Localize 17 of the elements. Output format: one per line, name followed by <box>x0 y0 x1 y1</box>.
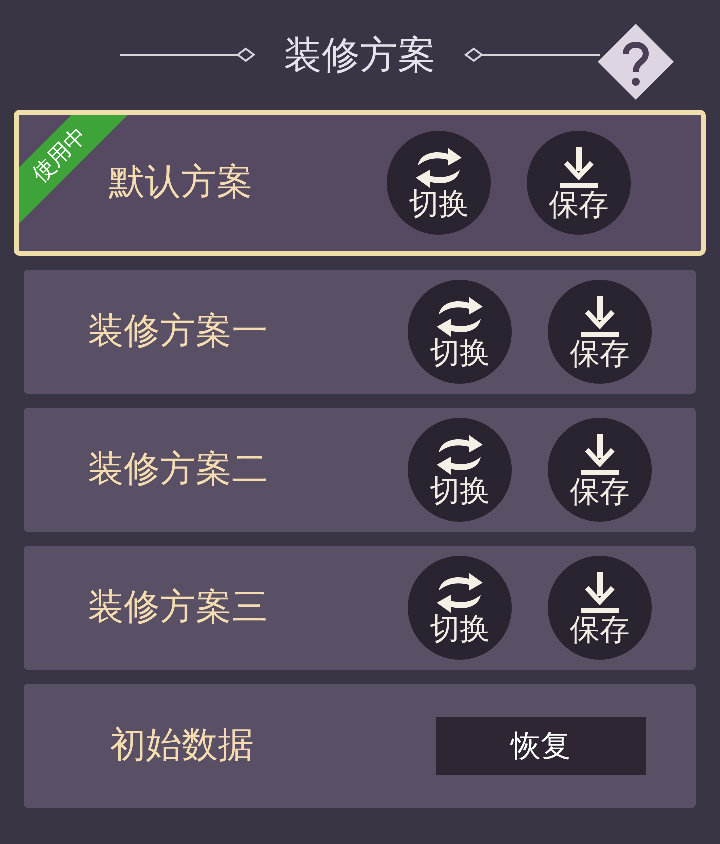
switch-button[interactable]: 切换 <box>387 131 491 235</box>
restore-button[interactable]: 恢复 <box>436 717 646 775</box>
in-use-label: 使用中 <box>26 122 94 190</box>
switch-button[interactable]: 切换 <box>408 280 512 384</box>
save-button[interactable]: 保存 <box>548 418 652 522</box>
plan-name: 装修方案二 <box>88 448 269 492</box>
reset-label: 初始数据 <box>110 724 255 768</box>
save-button[interactable]: 保存 <box>548 556 652 660</box>
plan-name: 默认方案 <box>109 161 254 205</box>
switch-button[interactable]: 切换 <box>408 556 512 660</box>
plan-name: 装修方案三 <box>88 586 269 630</box>
switch-button[interactable]: 切换 <box>408 418 512 522</box>
plan-name: 装修方案一 <box>88 310 269 354</box>
save-button[interactable]: 保存 <box>548 280 652 384</box>
help-icon[interactable] <box>596 22 676 102</box>
save-button[interactable]: 保存 <box>527 131 631 235</box>
panel-title: 装修方案 <box>284 32 436 78</box>
